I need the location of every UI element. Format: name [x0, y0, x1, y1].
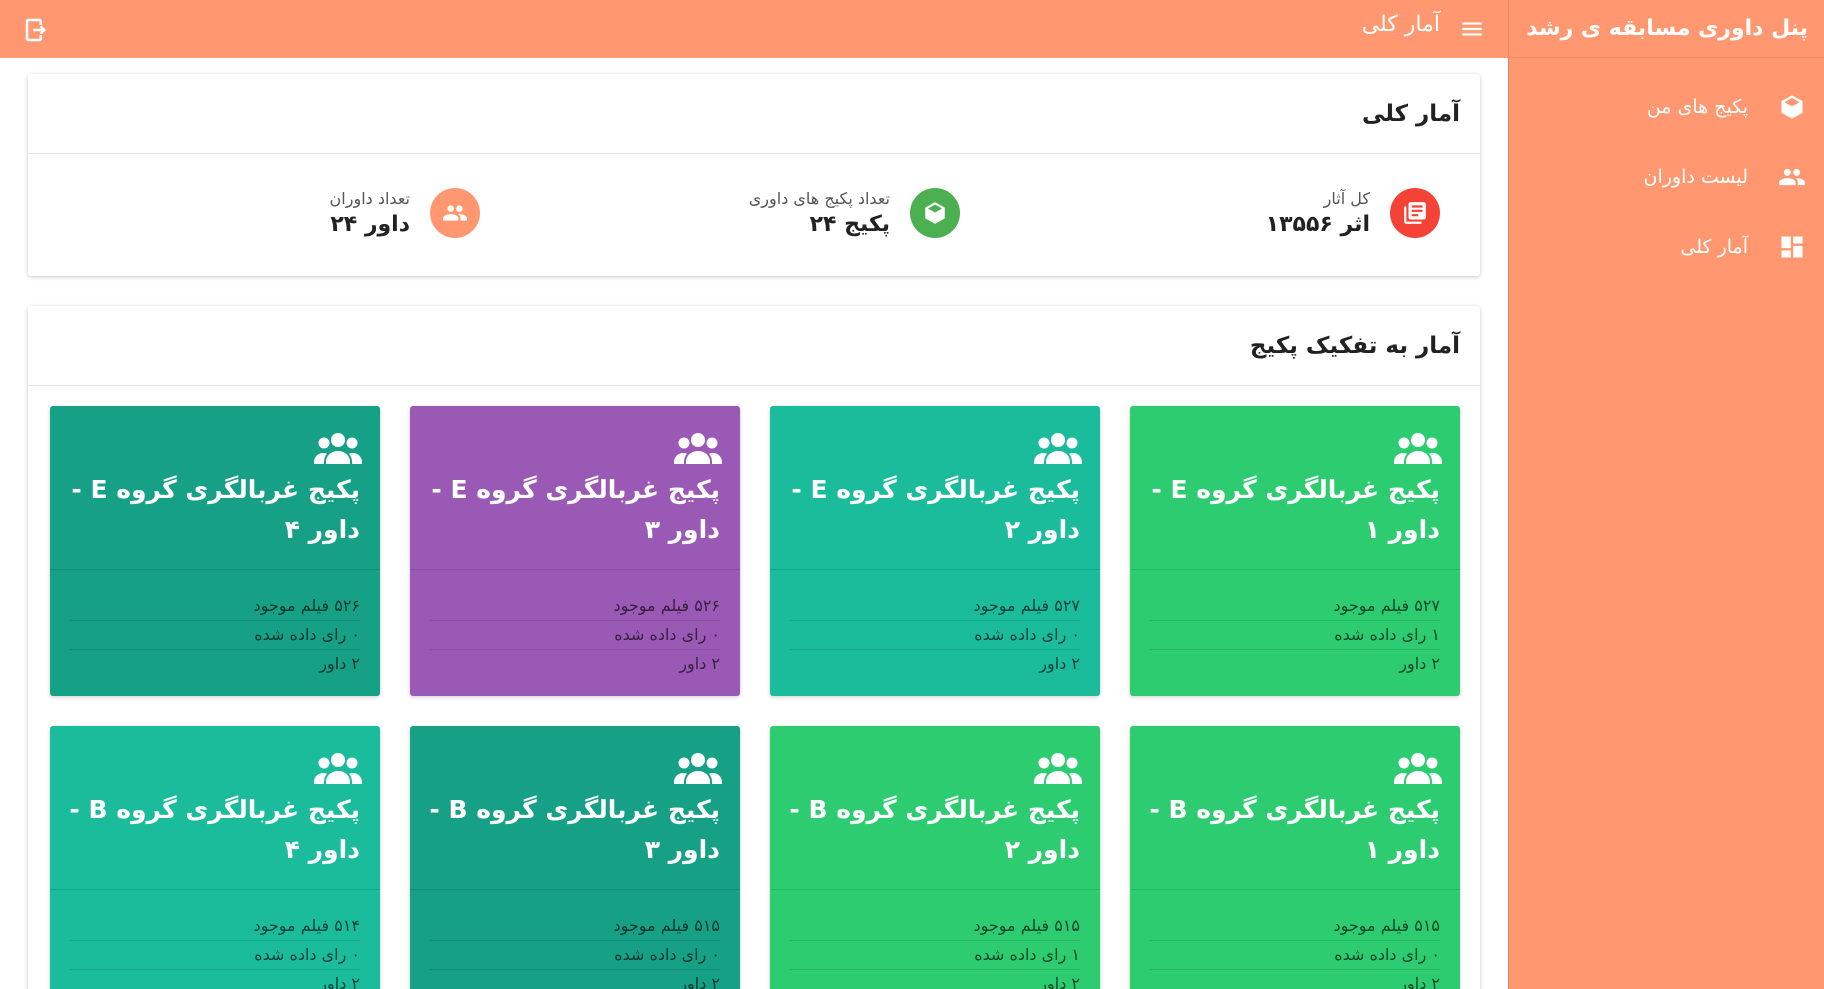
people-icon — [430, 188, 480, 238]
dashboard-icon — [1778, 233, 1806, 261]
package-votes: ۰ رای داده شده — [1150, 941, 1440, 970]
stat-caption: تعداد پکیج های داوری — [748, 189, 890, 208]
package-votes: ۰ رای داده شده — [70, 621, 360, 650]
people-icon — [1034, 432, 1082, 466]
package-judges: ۲ داور — [1399, 974, 1440, 989]
stat-value: ۲۴ پکیج — [809, 212, 890, 237]
stat-caption: کل آثار — [1323, 189, 1370, 208]
sidebar-item-label: آمار کلی — [1680, 236, 1748, 258]
package-votes: ۱ رای داده شده — [790, 941, 1080, 970]
package-judges: ۲ داور — [319, 654, 360, 673]
package-films: ۵۱۴ فیلم موجود — [70, 912, 360, 941]
book-icon — [1390, 188, 1440, 238]
people-icon — [1034, 752, 1082, 786]
cube-icon — [1778, 93, 1806, 121]
package-films: ۵۲۶ فیلم موجود — [70, 592, 360, 621]
package-card[interactable]: پکیج غربالگری گروه B - داور ۲ ۵۱۵ فیلم م… — [770, 726, 1100, 989]
stat-value: ۲۴ داور — [330, 212, 410, 237]
package-judges: ۲ داور — [1039, 974, 1080, 989]
package-card[interactable]: پکیج غربالگری گروه B - داور ۱ ۵۱۵ فیلم م… — [1130, 726, 1460, 989]
cube-icon — [910, 188, 960, 238]
package-films: ۵۱۵ فیلم موجود — [790, 912, 1080, 941]
top-bar: آمار کلی — [0, 0, 1508, 58]
topbar-title: آمار کلی — [1361, 12, 1440, 37]
package-title: پکیج غربالگری گروه E - داور ۲ — [791, 475, 1080, 544]
brand-title: پنل داوری مسابقه ی رشد — [1509, 0, 1824, 58]
package-films: ۵۱۵ فیلم موجود — [1150, 912, 1440, 941]
stat-judges: تعداد داوران ۲۴ داور — [330, 188, 480, 238]
menu-icon[interactable] — [1458, 16, 1486, 42]
package-judges: ۲ داور — [679, 654, 720, 673]
package-title: پکیج غربالگری گروه B - داور ۱ — [1149, 795, 1440, 864]
sidebar-item-overview[interactable]: آمار کلی — [1509, 212, 1824, 282]
package-title: پکیج غربالگری گروه E - داور ۱ — [1151, 475, 1440, 544]
package-card[interactable]: پکیج غربالگری گروه B - داور ۴ ۵۱۴ فیلم م… — [50, 726, 380, 989]
package-card[interactable]: پکیج غربالگری گروه B - داور ۳ ۵۱۵ فیلم م… — [410, 726, 740, 989]
package-films: ۵۲۷ فیلم موجود — [1150, 592, 1440, 621]
package-title: پکیج غربالگری گروه E - داور ۳ — [431, 475, 720, 544]
package-title: پکیج غربالگری گروه B - داور ۴ — [69, 795, 360, 864]
people-icon — [674, 752, 722, 786]
people-icon — [1394, 752, 1442, 786]
logout-icon[interactable] — [22, 15, 52, 45]
people-icon — [314, 752, 362, 786]
package-judges: ۲ داور — [1039, 654, 1080, 673]
sidebar-item-judges-list[interactable]: لیست داوران — [1509, 142, 1824, 212]
package-judges: ۲ داور — [319, 974, 360, 989]
package-card[interactable]: پکیج غربالگری گروه E - داور ۲ ۵۲۷ فیلم م… — [770, 406, 1100, 696]
package-votes: ۱ رای داده شده — [1150, 621, 1440, 650]
package-title: پکیج غربالگری گروه B - داور ۲ — [789, 795, 1080, 864]
sidebar-item-label: لیست داوران — [1643, 166, 1749, 188]
package-judges: ۲ داور — [679, 974, 720, 989]
stat-total-works: کل آثار ۱۳۵۵۶ اثر — [1266, 188, 1440, 238]
sidebar-item-label: پکیج های من — [1646, 96, 1748, 118]
package-votes: ۰ رای داده شده — [430, 621, 720, 650]
stat-caption: تعداد داوران — [329, 189, 410, 208]
package-films: ۵۱۵ فیلم موجود — [430, 912, 720, 941]
people-icon — [1394, 432, 1442, 466]
breakdown-title: آمار به تفکیک پکیج — [28, 306, 1480, 386]
main-content: آمار کلی کل آثار ۱۳۵۵۶ اثر تعداد پکیج ها… — [28, 74, 1480, 989]
people-icon — [674, 432, 722, 466]
breakdown-card: آمار به تفکیک پکیج پکیج غربالگری گروه E … — [28, 306, 1480, 989]
sidebar-menu: پکیج های من لیست داوران آمار کلی — [1509, 72, 1824, 282]
package-title: پکیج غربالگری گروه B - داور ۳ — [429, 795, 720, 864]
package-card[interactable]: پکیج غربالگری گروه E - داور ۴ ۵۲۶ فیلم م… — [50, 406, 380, 696]
package-card[interactable]: پکیج غربالگری گروه E - داور ۳ ۵۲۶ فیلم م… — [410, 406, 740, 696]
overview-stats: کل آثار ۱۳۵۵۶ اثر تعداد پکیج های داوری ۲… — [28, 154, 1480, 276]
package-title: پکیج غربالگری گروه E - داور ۴ — [71, 475, 360, 544]
people-icon — [1778, 163, 1806, 191]
package-judges: ۲ داور — [1399, 654, 1440, 673]
package-films: ۵۲۶ فیلم موجود — [430, 592, 720, 621]
stat-value: ۱۳۵۵۶ اثر — [1265, 212, 1370, 237]
package-films: ۵۲۷ فیلم موجود — [790, 592, 1080, 621]
overview-title: آمار کلی — [28, 74, 1480, 154]
package-card[interactable]: پکیج غربالگری گروه E - داور ۱ ۵۲۷ فیلم م… — [1130, 406, 1460, 696]
package-votes: ۰ رای داده شده — [790, 621, 1080, 650]
sidebar: پنل داوری مسابقه ی رشد پکیج های من لیست … — [1508, 0, 1824, 989]
overview-card: آمار کلی کل آثار ۱۳۵۵۶ اثر تعداد پکیج ها… — [28, 74, 1480, 276]
package-votes: ۰ رای داده شده — [70, 941, 360, 970]
sidebar-item-my-packages[interactable]: پکیج های من — [1509, 72, 1824, 142]
people-icon — [314, 432, 362, 466]
stat-packages: تعداد پکیج های داوری ۲۴ پکیج — [749, 188, 960, 238]
package-votes: ۰ رای داده شده — [430, 941, 720, 970]
